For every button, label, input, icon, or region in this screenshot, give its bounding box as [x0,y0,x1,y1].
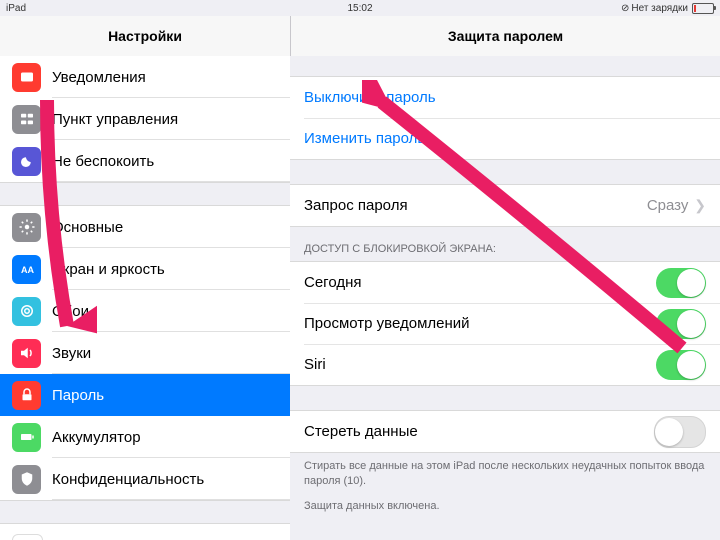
toggle-row-notifview[interactable]: Просмотр уведомлений [290,303,720,344]
erase-toggle[interactable] [654,416,706,448]
sidebar-title: Настройки [0,16,291,56]
general-icon [12,213,41,242]
sidebar-item-label: Конфиденциальность [52,471,204,488]
sidebar-item-battery[interactable]: Аккумулятор [0,416,290,458]
erase-note: Стирать все данные на этом iPad после не… [290,453,720,489]
sidebar-item-label: Основные [52,219,123,236]
battery-icon [692,3,714,14]
toggle-row-siri[interactable]: Siri [290,344,720,385]
sidebar-separator [0,182,290,206]
toggle-today[interactable] [656,268,706,298]
sidebar-item-label: Уведомления [52,69,146,86]
chevron-right-icon: ❯ [694,197,706,213]
protection-note: Защита данных включена. [290,489,720,514]
sidebar-item-notifications[interactable]: Уведомления [0,56,290,98]
sounds-icon [12,339,41,368]
battery-icon [12,423,41,452]
toggle-label: Сегодня [304,274,362,291]
toggle-label: Siri [304,356,326,373]
turn-off-passcode-row[interactable]: Выключить пароль [290,77,720,118]
sidebar-item-label: Пароль [52,387,104,404]
sidebar-item-label: Экран и яркость [52,261,165,278]
require-value: Сразу [647,197,689,214]
status-bar: iPad 15:02 ⊘ Нет зарядки [0,0,720,16]
sidebar-item-label: Обои [52,303,89,320]
wallpaper-icon [12,297,41,326]
settings-sidebar[interactable]: Уведомления Пункт управления Не беспокоить… [0,56,291,540]
toggle-notifview[interactable] [656,309,706,339]
access-section-header: ДОСТУП С БЛОКИРОВКОЙ ЭКРАНА: [290,227,720,261]
sidebar-item-label: Звуки [52,345,91,362]
toggle-row-today[interactable]: Сегодня [290,262,720,303]
change-passcode-row[interactable]: Изменить пароль [290,118,720,159]
sidebar-item-label: Пункт управления [52,111,178,128]
erase-data-row[interactable]: Стереть данные [290,411,720,452]
privacy-icon [12,465,41,494]
sidebar-item-wallpaper[interactable]: Обои [0,290,290,332]
sidebar-item-label: Аккумулятор [52,429,141,446]
sidebar-item-dnd[interactable]: Не беспокоить [0,140,290,182]
passcode-content[interactable]: Выключить пароль Изменить пароль Запрос … [290,56,720,540]
require-label: Запрос пароля [304,197,408,214]
passcode-icon [12,381,41,410]
icloud-icon [12,534,43,540]
sidebar-item-control-center[interactable]: Пункт управления [0,98,290,140]
display-icon: AA [12,255,41,284]
svg-text:AA: AA [21,265,34,275]
content-title: Защита паролем [291,16,720,56]
toggle-siri[interactable] [656,350,706,380]
notifications-icon [12,63,41,92]
sidebar-item-sounds[interactable]: Звуки [0,332,290,374]
sidebar-item-general[interactable]: Основные [0,206,290,248]
sidebar-item-privacy[interactable]: Конфиденциальность [0,458,290,500]
dnd-icon [12,147,41,176]
toggle-label: Просмотр уведомлений [304,315,470,332]
sidebar-separator [0,500,290,524]
control-center-icon [12,105,41,134]
sidebar-item-display[interactable]: AA Экран и яркость [0,248,290,290]
sidebar-item-label: Не беспокоить [52,153,154,170]
require-passcode-row[interactable]: Запрос пароля Сразу ❯ [290,185,720,226]
status-time: 15:02 [0,3,720,14]
header-bar: Настройки Защита паролем [0,16,720,57]
sidebar-item-passcode[interactable]: Пароль [0,374,290,416]
sidebar-item-icloud[interactable]: iCloud [0,524,290,540]
